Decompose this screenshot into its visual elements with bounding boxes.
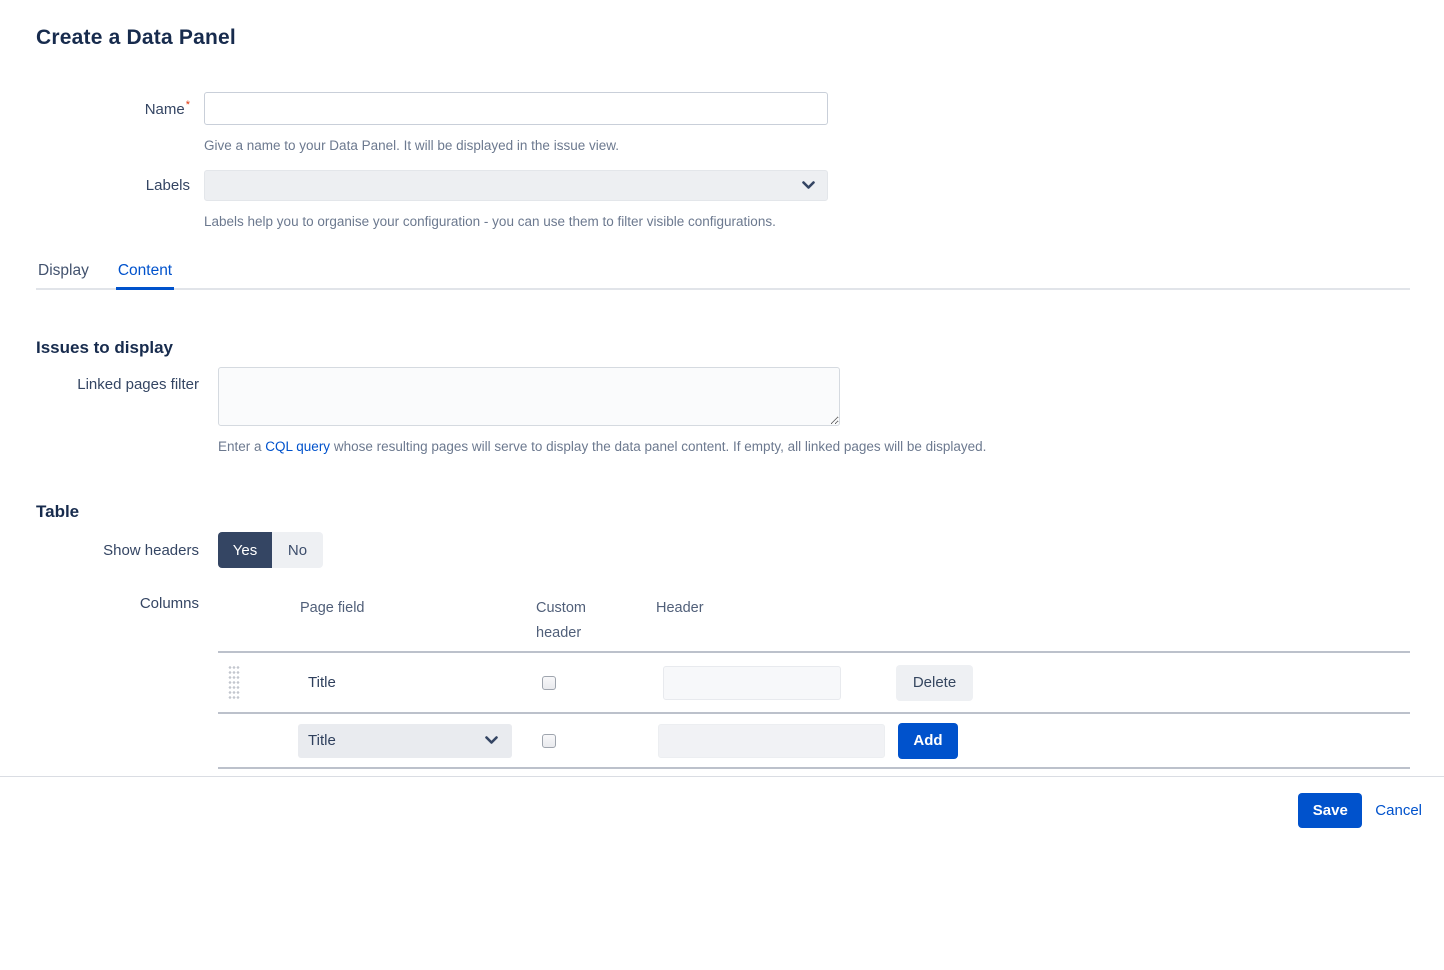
page-field-value: Title bbox=[300, 674, 536, 691]
name-input[interactable] bbox=[204, 92, 828, 125]
action-cell: Add bbox=[894, 723, 1410, 759]
custom-header-checkbox[interactable] bbox=[542, 676, 556, 690]
labels-label: Labels bbox=[0, 177, 190, 194]
tab-content[interactable]: Content bbox=[116, 260, 174, 290]
action-cell: Delete bbox=[894, 665, 1410, 701]
show-headers-yes-button[interactable]: Yes bbox=[218, 532, 272, 568]
name-field-row: Name* bbox=[0, 92, 1444, 125]
linked-pages-filter-row: Linked pages filter bbox=[0, 367, 1444, 426]
page-field-select-cell: Title bbox=[300, 724, 536, 758]
columns-table-header-row: Page field Custom header Header bbox=[218, 591, 1410, 651]
page-field-column-header: Page field bbox=[300, 596, 536, 621]
tab-display[interactable]: Display bbox=[36, 260, 91, 288]
labels-field-row: Labels bbox=[0, 170, 1444, 201]
chevron-down-icon bbox=[802, 181, 815, 190]
drag-cell bbox=[218, 665, 300, 701]
cql-help-prefix: Enter a bbox=[218, 439, 265, 454]
show-headers-no-button[interactable]: No bbox=[272, 532, 323, 568]
new-header-input[interactable] bbox=[658, 724, 885, 758]
required-asterisk: * bbox=[186, 99, 190, 111]
labels-select[interactable] bbox=[204, 170, 828, 201]
page-title: Create a Data Panel bbox=[36, 26, 1444, 50]
show-headers-label: Show headers bbox=[0, 542, 199, 559]
header-input[interactable] bbox=[663, 666, 841, 700]
footer-actions: Save Cancel bbox=[0, 793, 1444, 828]
name-help-text: Give a name to your Data Panel. It will … bbox=[204, 138, 1444, 153]
header-cell bbox=[656, 666, 894, 700]
linked-pages-filter-textarea[interactable] bbox=[218, 367, 840, 426]
show-headers-toggle: Yes No bbox=[218, 532, 323, 568]
columns-label: Columns bbox=[0, 595, 199, 612]
show-headers-row: Show headers Yes No bbox=[0, 532, 1444, 568]
footer-divider bbox=[0, 776, 1444, 777]
add-button[interactable]: Add bbox=[898, 723, 958, 759]
drag-handle-icon[interactable] bbox=[228, 665, 240, 701]
name-label-text: Name bbox=[145, 101, 185, 118]
custom-header-column-header: Custom header bbox=[536, 596, 656, 646]
tab-bar: Display Content bbox=[36, 260, 1410, 290]
cql-help-suffix: whose resulting pages will serve to disp… bbox=[330, 439, 986, 454]
table-row: Title Delete bbox=[218, 651, 1410, 712]
delete-button[interactable]: Delete bbox=[896, 665, 973, 701]
custom-header-cell bbox=[536, 734, 656, 748]
custom-header-cell bbox=[536, 676, 656, 690]
columns-table: Page field Custom header Header Title De… bbox=[218, 591, 1410, 769]
new-custom-header-checkbox[interactable] bbox=[542, 734, 556, 748]
cancel-link[interactable]: Cancel bbox=[1375, 802, 1422, 819]
cql-query-link[interactable]: CQL query bbox=[265, 439, 330, 454]
linked-pages-filter-label: Linked pages filter bbox=[0, 376, 199, 393]
issues-to-display-heading: Issues to display bbox=[36, 338, 1444, 358]
save-button[interactable]: Save bbox=[1298, 793, 1362, 828]
header-cell bbox=[656, 724, 894, 758]
name-label: Name* bbox=[0, 99, 190, 118]
columns-row: Columns Page field Custom header Header … bbox=[0, 591, 1444, 769]
labels-help-text: Labels help you to organise your configu… bbox=[204, 214, 1444, 229]
cql-help-text: Enter a CQL query whose resulting pages … bbox=[218, 439, 1444, 454]
header-column-header: Header bbox=[656, 596, 894, 621]
page-field-select[interactable]: Title bbox=[298, 724, 512, 758]
table-heading: Table bbox=[36, 502, 1444, 522]
page-field-select-value: Title bbox=[308, 732, 336, 749]
chevron-down-icon bbox=[485, 736, 498, 745]
add-column-row: Title Add bbox=[218, 712, 1410, 769]
create-data-panel-page: Create a Data Panel Name* Give a name to… bbox=[0, 26, 1444, 828]
